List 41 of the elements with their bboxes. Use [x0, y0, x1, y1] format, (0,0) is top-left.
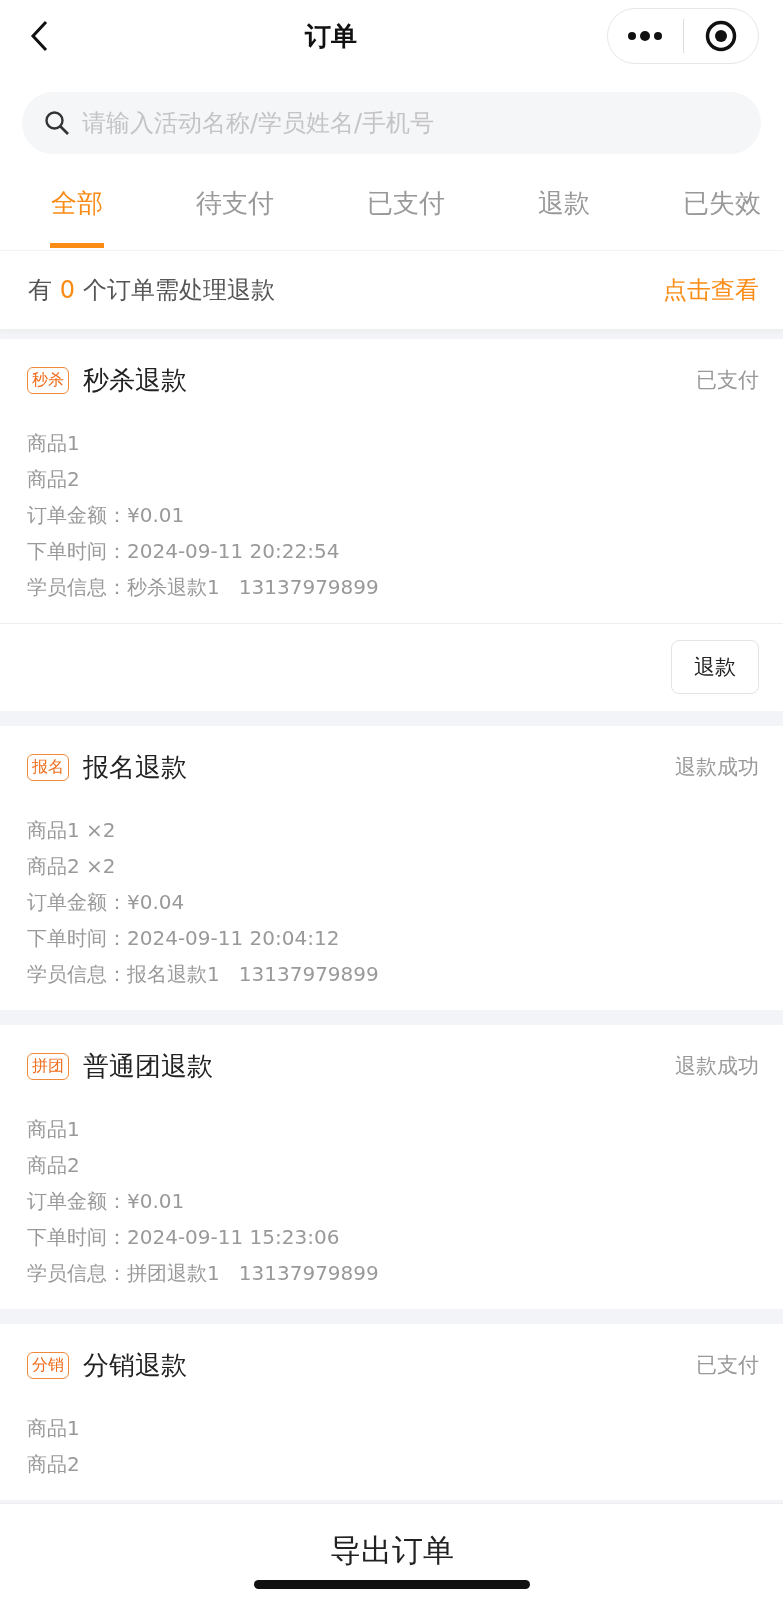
order-detail: 订单金额：¥0.01 [27, 502, 186, 529]
order-detail: 商品2 [27, 466, 81, 493]
export-button[interactable]: 导出订单 [329, 1530, 454, 1572]
order-type-tag: 分销 [27, 1351, 69, 1379]
order-detail: 商品1 ×2 [27, 817, 117, 844]
refund-notice: 有 0 个订单需处理退款 [28, 275, 275, 306]
order-status: 退款成功 [675, 754, 759, 781]
order-detail: 下单时间：2024-09-11 15:23:06 [27, 1224, 341, 1251]
order-detail: 学员信息：秒杀退款1 13137979899 [27, 574, 380, 601]
refund-button[interactable]: 退款 [671, 640, 759, 694]
order-detail: 商品2 ×2 [27, 853, 117, 880]
order-status: 已支付 [696, 1352, 759, 1379]
order-detail: 订单金额：¥0.01 [27, 1188, 186, 1215]
order-type-tag: 秒杀 [27, 366, 69, 394]
order-detail: 商品2 [27, 1451, 81, 1478]
order-title: 报名退款 [83, 750, 188, 784]
order-type-tag: 报名 [27, 753, 69, 781]
order-detail: 订单金额：¥0.04 [27, 889, 186, 916]
order-title: 普通团退款 [83, 1049, 214, 1083]
order-detail: 学员信息：报名退款1 13137979899 [27, 961, 380, 988]
order-detail: 商品1 [27, 1415, 81, 1442]
order-detail: 商品1 [27, 430, 81, 457]
order-detail: 商品2 [27, 1152, 81, 1179]
filter-tab[interactable]: 待支付 [196, 168, 275, 250]
filter-tab[interactable]: 已支付 [366, 168, 445, 250]
order-detail: 下单时间：2024-09-11 20:04:12 [27, 925, 341, 952]
order-detail: 商品1 [27, 1116, 81, 1143]
view-link[interactable]: 点击查看 [663, 274, 759, 306]
order-status: 已支付 [696, 367, 759, 394]
order-detail: 下单时间：2024-09-11 20:22:54 [27, 538, 341, 565]
filter-tab[interactable]: 全部 [50, 168, 104, 250]
more-icon[interactable] [627, 30, 664, 42]
page-title: 订单 [304, 19, 357, 53]
order-title: 秒杀退款 [83, 363, 188, 397]
order-detail: 学员信息：拼团退款1 13137979899 [27, 1260, 380, 1287]
order-status: 退款成功 [675, 1053, 759, 1080]
order-title: 分销退款 [83, 1348, 188, 1382]
order-type-tag: 拼团 [27, 1052, 69, 1080]
filter-tab[interactable]: 退款 [536, 168, 591, 250]
filter-tab[interactable]: 已失效 [683, 168, 761, 250]
close-mini-program-icon[interactable] [704, 20, 737, 52]
